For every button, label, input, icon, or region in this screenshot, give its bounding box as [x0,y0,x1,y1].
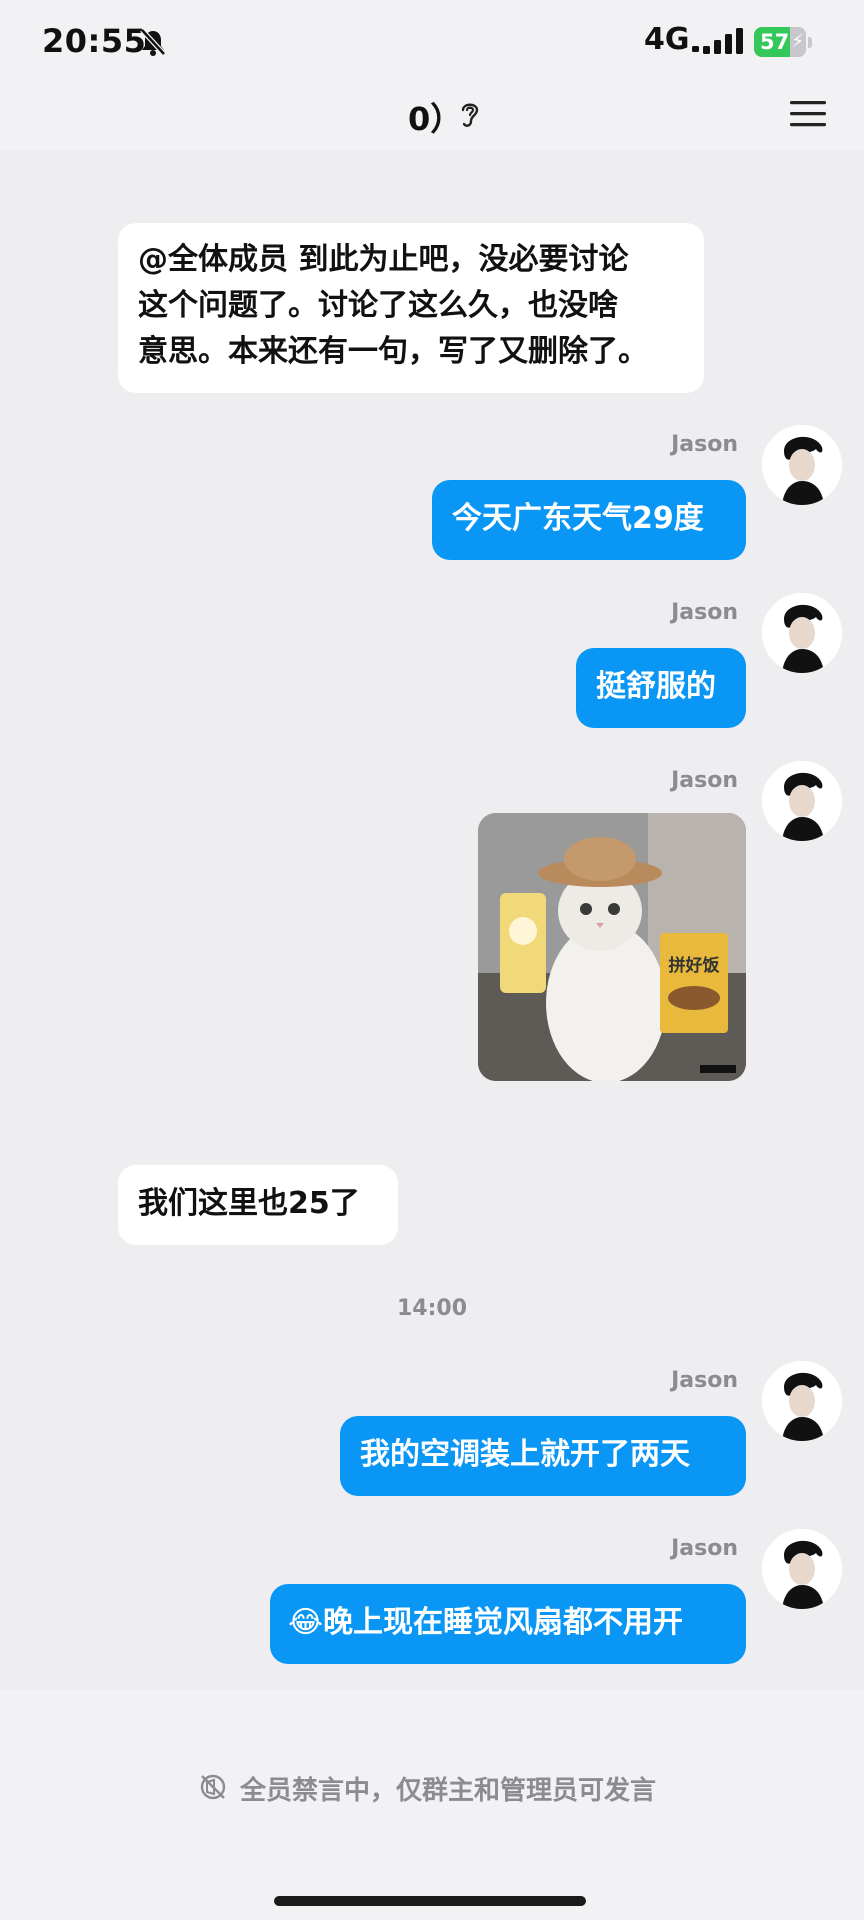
mute-notice: 全员禁言中，仅群主和管理员可发言 [240,1776,657,1806]
avatar-portrait [762,1361,842,1441]
sender-name: Jason [671,600,738,625]
mute-icon [200,1774,226,1800]
sender-name: Jason [671,1368,738,1393]
avatar[interactable] [762,425,842,505]
avatar-portrait [762,761,842,841]
avatar-portrait [762,1529,842,1609]
avatar[interactable] [762,593,842,673]
battery-icon: 57 ⚡ [754,27,806,57]
status-time: 20:55 [42,22,147,60]
avatar[interactable] [762,761,842,841]
menu-icon[interactable] [788,97,828,131]
signal-icon [692,28,743,54]
time-separator: 14:00 [396,1296,468,1321]
message-bubble-right[interactable]: 😂晚上现在睡觉风扇都不用开 [270,1584,746,1664]
message-bubble-right[interactable]: 挺舒服的 [576,648,746,728]
sticker-art: 拼好饭 [478,813,746,1081]
chat-messages[interactable]: @全体成员 到此为止吧，没必要讨论 这个问题了。讨论了这么久，也没啥 意思。本来… [0,150,864,1690]
avatar[interactable] [762,1361,842,1441]
battery-nub [808,37,812,48]
message-bubble-left[interactable]: 我们这里也25了 [118,1165,398,1245]
sticker-bag-text: 拼好饭 [669,955,720,976]
ear-icon [461,103,479,127]
avatar-portrait [762,593,842,673]
cat-sticker-image[interactable]: 拼好饭 [478,813,746,1081]
chat-title[interactable]: 0） [408,94,462,140]
home-indicator[interactable] [274,1896,586,1906]
avatar[interactable] [762,1529,842,1609]
chat-header: 0） [0,80,864,150]
message-bubble-right[interactable]: 我的空调装上就开了两天 [340,1416,746,1496]
sender-name: Jason [671,768,738,793]
message-bubble-right[interactable]: 今天广东天气29度 [432,480,746,560]
battery-level: 57 [760,30,790,54]
status-bar: 20:55 4G 57 ⚡ [0,0,864,80]
bell-off-icon [140,28,166,56]
sender-name: Jason [671,1536,738,1561]
message-bubble-left[interactable]: @全体成员 到此为止吧，没必要讨论 这个问题了。讨论了这么久，也没啥 意思。本来… [118,223,704,393]
footer-bar: 全员禁言中，仅群主和管理员可发言 [0,1690,864,1920]
charging-bolt-icon: ⚡ [791,31,804,52]
sender-name: Jason [671,432,738,457]
network-label: 4G [644,22,690,57]
avatar-portrait [762,425,842,505]
